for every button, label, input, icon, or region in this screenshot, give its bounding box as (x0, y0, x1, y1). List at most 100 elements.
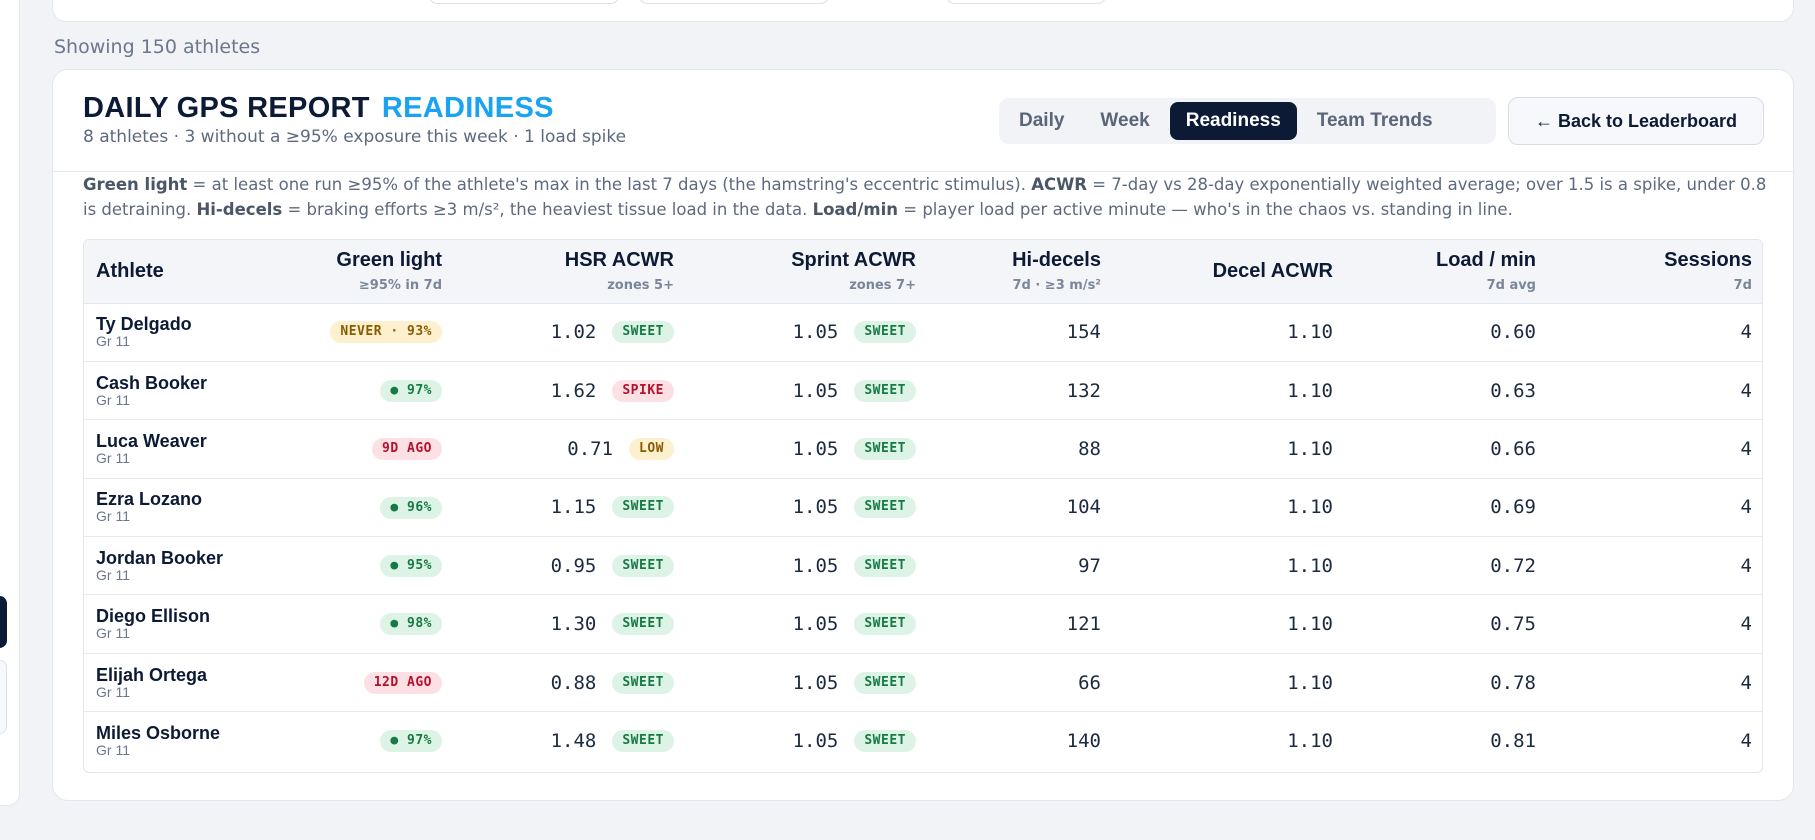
hsr-acwr-cell: 1.48 SWEET (454, 712, 686, 770)
table-row[interactable]: Diego Ellison Gr 11 ● 98% 1.30 SWEET 1.05… (84, 594, 1762, 654)
left-sidebar-item[interactable] (0, 660, 7, 734)
sprint-acwr-badge: SWEET (854, 379, 916, 402)
column-header-sprint-acwr[interactable]: Sprint ACWR zones 7+ (686, 240, 928, 304)
legend-definition: = player load per active minute — who's … (898, 200, 1513, 219)
green-light-cell: 9D AGO (234, 419, 454, 479)
table-row[interactable]: Ty Delgado Gr 11 NEVER · 93% 1.02 SWEET 1… (84, 303, 1762, 362)
column-header-sub: zones 5+ (607, 278, 674, 294)
tab-team-trends[interactable]: Team Trends (1301, 102, 1449, 140)
sprint-acwr-value: 1.05 (792, 379, 839, 402)
athlete-name[interactable]: Miles Osborne (96, 724, 222, 743)
report-title-accent: READINESS (381, 92, 554, 124)
decel-acwr-cell: 1.10 (1113, 478, 1345, 538)
load-min-cell: 0.81 (1490, 730, 1536, 753)
hsr-acwr-value: 0.88 (550, 671, 597, 694)
hsr-acwr-cell: 1.30 SWEET (454, 594, 686, 654)
table-row[interactable]: Jordan Booker Gr 11 ● 95% 0.95 SWEET 1.05… (84, 536, 1762, 596)
sprint-acwr-cell: 1.05 SWEET (686, 361, 928, 421)
hsr-acwr-badge: SWEET (612, 671, 674, 694)
tab-daily[interactable]: Daily (1003, 102, 1080, 140)
decel-acwr-cell: 1.10 (1287, 730, 1333, 753)
filter-control[interactable] (638, 0, 830, 4)
column-header-athlete[interactable]: Athlete (84, 240, 234, 304)
athlete-name[interactable]: Jordan Booker (96, 548, 223, 568)
hsr-acwr-value: 0.71 (567, 437, 614, 460)
hsr-acwr-value: 1.48 (550, 730, 597, 753)
legend-definition: = braking efforts ≥3 m/s², the heaviest … (282, 200, 813, 219)
column-header-green-light[interactable]: Green light ≥95% in 7d (234, 240, 454, 304)
hsr-acwr-badge: LOW (629, 437, 674, 460)
athlete-grade: Gr 11 (96, 508, 130, 525)
hsr-acwr-cell: 1.62 SPIKE (454, 361, 686, 421)
load-min-cell: 0.66 (1345, 419, 1548, 479)
sessions-cell: 4 (1548, 594, 1762, 654)
hi-decels-cell: 140 (1066, 730, 1101, 753)
hsr-acwr-badge: SWEET (612, 613, 674, 636)
load-min-cell: 0.60 (1345, 303, 1548, 362)
view-tabs: Daily Week Readiness Team Trends (999, 98, 1496, 144)
column-header-label: Sprint ACWR (791, 249, 916, 272)
sprint-acwr-cell: 1.05 SWEET (686, 653, 928, 713)
hsr-acwr-cell: 0.95 SWEET (454, 536, 686, 596)
column-header-hsr-acwr[interactable]: HSR ACWR zones 5+ (454, 240, 686, 304)
sprint-acwr-cell: 1.05 SWEET (686, 303, 928, 362)
athlete-name[interactable]: Diego Ellison (96, 607, 222, 626)
hsr-acwr-value: 1.30 (550, 613, 597, 636)
athlete-name[interactable]: Luca Weaver (96, 431, 222, 451)
athlete-grade: Gr 11 (96, 683, 130, 700)
athlete-cell: Elijah Ortega Gr 11 (84, 653, 234, 713)
athlete-cell: Miles Osborne Gr 11 (84, 712, 234, 770)
sprint-acwr-value: 1.05 (792, 437, 839, 460)
athlete-name[interactable]: Cash Booker (96, 373, 222, 393)
table-row[interactable]: Elijah Ortega Gr 11 12D AGO 0.88 SWEET 1.… (84, 653, 1762, 713)
tab-week[interactable]: Week (1084, 102, 1165, 140)
table-row[interactable]: Luca Weaver Gr 11 9D AGO 0.71 LOW 1.05 SWE… (84, 419, 1762, 479)
metric-legend: Green light = at least one run ≥95% of t… (83, 172, 1773, 222)
athlete-grade: Gr 11 (96, 333, 130, 350)
sprint-acwr-cell: 1.05 SWEET (686, 712, 928, 770)
hi-decels-cell: 154 (928, 303, 1113, 362)
table-row[interactable]: Ezra Lozano Gr 11 ● 96% 1.15 SWEET 1.05 SW… (84, 478, 1762, 538)
column-header-label: Load / min (1436, 249, 1536, 272)
load-min-cell: 0.69 (1345, 478, 1548, 538)
column-header-label: Hi-decels (1012, 249, 1101, 272)
column-header-sessions[interactable]: Sessions 7d (1548, 240, 1762, 304)
back-to-leaderboard-button[interactable]: ← Back to Leaderboard (1508, 97, 1764, 145)
result-count: Showing 150 athletes (54, 36, 261, 58)
athlete-name[interactable]: Ty Delgado (96, 315, 222, 334)
report-subtitle: 8 athletes · 3 without a ≥95% exposure t… (83, 127, 627, 147)
column-header-load-min[interactable]: Load / min 7d avg (1345, 240, 1548, 304)
legend-term: Green light (83, 175, 188, 194)
sessions-cell: 4 (1548, 478, 1762, 538)
column-header-sub: 7d · ≥3 m/s² (1012, 278, 1101, 294)
athlete-name[interactable]: Elijah Ortega (96, 665, 222, 685)
column-header-sub: 7d avg (1486, 278, 1536, 294)
hi-decels-cell: 121 (928, 594, 1113, 654)
hsr-acwr-cell: 1.15 SWEET (454, 478, 686, 538)
column-header-decel-acwr[interactable]: Decel ACWR (1113, 240, 1345, 304)
green-light-cell: 12D AGO (234, 653, 454, 713)
athlete-cell: Cash Booker Gr 11 (84, 361, 234, 421)
tab-readiness[interactable]: Readiness (1169, 102, 1297, 140)
sprint-acwr-badge: SWEET (854, 496, 916, 519)
sessions-cell: 4 (1740, 730, 1752, 753)
column-header-hi-decels[interactable]: Hi-decels 7d · ≥3 m/s² (928, 240, 1113, 304)
sessions-cell: 4 (1548, 303, 1762, 362)
green-light-badge: 9D AGO (372, 438, 442, 461)
readiness-panel: DAILY GPS REPORT READINESS 8 athletes · … (52, 69, 1794, 801)
filter-control[interactable] (428, 0, 620, 4)
sessions-cell: 4 (1548, 419, 1762, 479)
decel-acwr-cell: 1.10 (1113, 419, 1345, 479)
left-sidebar-active-item[interactable] (0, 596, 7, 648)
athlete-name[interactable]: Ezra Lozano (96, 490, 222, 509)
load-min-cell: 0.63 (1345, 361, 1548, 421)
hsr-acwr-badge: SWEET (612, 496, 674, 519)
sprint-acwr-badge: SWEET (854, 671, 916, 694)
table-row[interactable]: Miles Osborne Gr 11 ● 97% 1.48 SWEET 1.05… (84, 712, 1762, 770)
table-row[interactable]: Cash Booker Gr 11 ● 97% 1.62 SPIKE 1.05 SW… (84, 361, 1762, 421)
filter-control[interactable] (945, 0, 1107, 4)
sprint-acwr-value: 1.05 (792, 554, 839, 577)
green-light-badge: NEVER · 93% (330, 321, 442, 344)
sprint-acwr-value: 1.05 (792, 321, 839, 344)
hsr-acwr-value: 1.02 (550, 321, 597, 344)
